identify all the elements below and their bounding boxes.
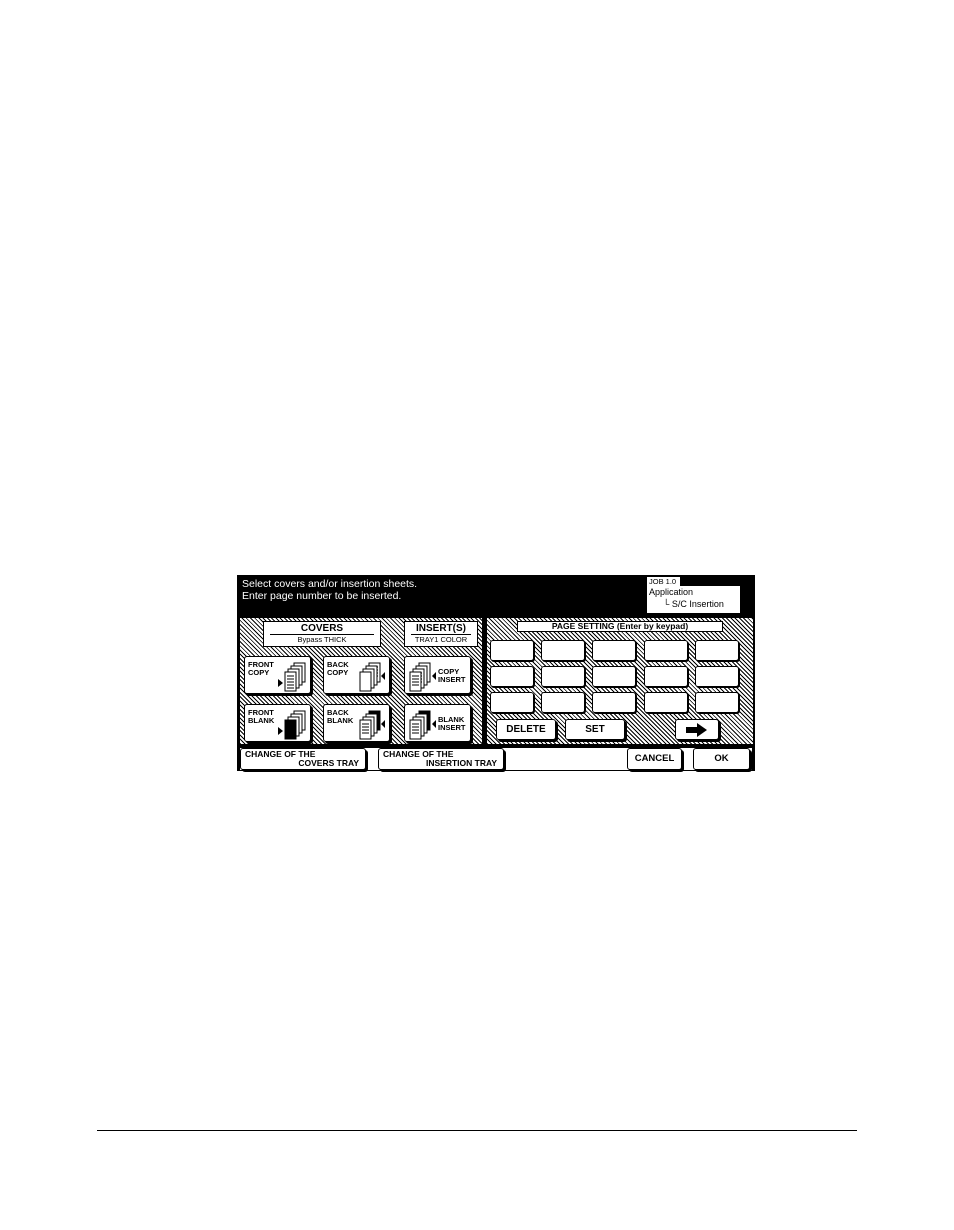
breadcrumb-child: └ S/C Insertion bbox=[663, 599, 724, 609]
page-entry-field[interactable] bbox=[644, 666, 688, 687]
copy-insert-label: COPY INSERT bbox=[438, 667, 466, 684]
tree-branch-icon: └ bbox=[663, 599, 672, 609]
page-entry-field[interactable] bbox=[695, 666, 739, 687]
covers-heading: COVERS Bypass THICK bbox=[263, 621, 381, 647]
control-panel-screen: Select covers and/or insertion sheets. E… bbox=[237, 575, 755, 771]
breadcrumb: Application └ S/C Insertion bbox=[647, 586, 740, 613]
instruction-message: Select covers and/or insertion sheets. E… bbox=[242, 578, 418, 602]
page-entry-field[interactable] bbox=[644, 640, 688, 661]
front-blank-button[interactable]: FRONT BLANK bbox=[244, 704, 311, 742]
ok-button[interactable]: OK bbox=[693, 748, 750, 770]
page-entry-field[interactable] bbox=[695, 640, 739, 661]
page-entry-field[interactable] bbox=[541, 640, 585, 661]
change-covers-tray-button[interactable]: CHANGE OF THE COVERS TRAY bbox=[240, 748, 366, 770]
set-button[interactable]: SET bbox=[565, 719, 625, 740]
page-entry-field[interactable] bbox=[592, 666, 636, 687]
back-blank-icon bbox=[359, 710, 385, 740]
page-entry-field[interactable] bbox=[644, 692, 688, 713]
page-setting-label: PAGE SETTING (Enter by keypad) bbox=[517, 621, 723, 632]
page-entry-field[interactable] bbox=[541, 666, 585, 687]
blank-insert-label: BLANK INSERT bbox=[438, 715, 466, 732]
page-entry-field[interactable] bbox=[490, 640, 534, 661]
blank-insert-button[interactable]: BLANK INSERT bbox=[404, 704, 471, 742]
front-blank-icon bbox=[278, 710, 306, 740]
back-copy-icon bbox=[359, 662, 385, 692]
copy-insert-button[interactable]: COPY INSERT bbox=[404, 656, 471, 694]
next-page-button[interactable] bbox=[675, 719, 719, 740]
front-copy-label: FRONT COPY bbox=[248, 660, 274, 677]
delete-button[interactable]: DELETE bbox=[496, 719, 556, 740]
blank-insert-icon bbox=[409, 710, 436, 740]
front-copy-button[interactable]: FRONT COPY bbox=[244, 656, 311, 694]
front-copy-icon bbox=[278, 662, 306, 692]
back-blank-button[interactable]: BACK BLANK bbox=[323, 704, 390, 742]
back-copy-button[interactable]: BACK COPY bbox=[323, 656, 390, 694]
page-entry-field[interactable] bbox=[592, 640, 636, 661]
back-copy-label: BACK COPY bbox=[327, 660, 349, 677]
arrow-right-icon bbox=[686, 723, 707, 737]
bottom-bar: CHANGE OF THE COVERS TRAY CHANGE OF THE … bbox=[240, 748, 752, 770]
footer-rule bbox=[97, 1130, 857, 1131]
page-entry-field[interactable] bbox=[490, 666, 534, 687]
page-entry-field[interactable] bbox=[490, 692, 534, 713]
inserts-heading: INSERT(S) TRAY1 COLOR bbox=[404, 621, 478, 647]
copy-insert-icon bbox=[409, 662, 436, 692]
page-entry-field[interactable] bbox=[695, 692, 739, 713]
job-tag: JOB 1.0 bbox=[647, 577, 680, 586]
covers-insert-panel: COVERS Bypass THICK INSERT(S) TRAY1 COLO… bbox=[240, 618, 482, 744]
back-blank-label: BACK BLANK bbox=[327, 708, 354, 725]
page-setting-panel: PAGE SETTING (Enter by keypad) DELETE SE… bbox=[487, 618, 753, 744]
page-entry-field[interactable] bbox=[541, 692, 585, 713]
breadcrumb-root: Application bbox=[649, 587, 694, 597]
cancel-button[interactable]: CANCEL bbox=[627, 748, 682, 770]
front-blank-label: FRONT BLANK bbox=[248, 708, 275, 725]
change-insertion-tray-button[interactable]: CHANGE OF THE INSERTION TRAY bbox=[378, 748, 504, 770]
page-entry-field[interactable] bbox=[592, 692, 636, 713]
